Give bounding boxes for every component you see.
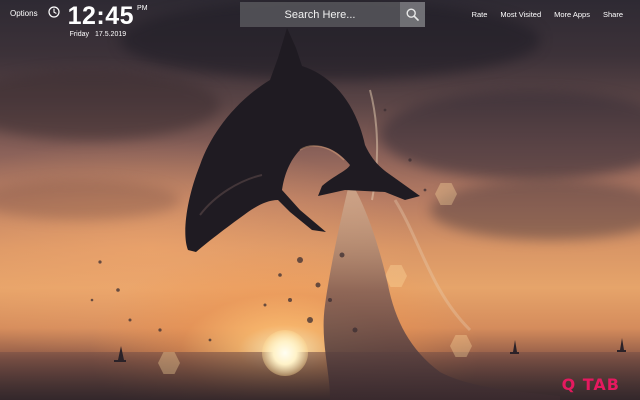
search-box	[240, 2, 425, 27]
search-input[interactable]	[240, 2, 400, 27]
search-button[interactable]	[400, 2, 425, 27]
clock-ampm: PM	[137, 5, 148, 12]
search-icon	[406, 8, 419, 21]
top-nav: Rate Most Visited More Apps Share	[459, 10, 623, 19]
nav-rate[interactable]: Rate	[472, 10, 488, 19]
clock-date: 17.5.2019	[94, 31, 127, 38]
new-tab-page: Options 12:45 PM Friday 17.5.2019 R	[0, 0, 640, 400]
clock-icon[interactable]	[47, 6, 60, 18]
clock-date-row: Friday 17.5.2019	[70, 31, 148, 38]
nav-share[interactable]: Share	[603, 10, 623, 19]
clock-widget: 12:45 PM Friday 17.5.2019	[67, 2, 148, 39]
qtab-logo[interactable]: Q TAB	[562, 375, 620, 394]
top-left-bar: Options 12:45 PM Friday 17.5.2019	[10, 2, 148, 39]
nav-more-apps[interactable]: More Apps	[554, 10, 590, 19]
sailboats	[114, 338, 626, 362]
clock-time: 12:45	[67, 2, 135, 30]
options-link[interactable]: Options	[10, 9, 38, 18]
nav-most-visited[interactable]: Most Visited	[500, 10, 541, 19]
clock-day: Friday	[69, 31, 90, 38]
